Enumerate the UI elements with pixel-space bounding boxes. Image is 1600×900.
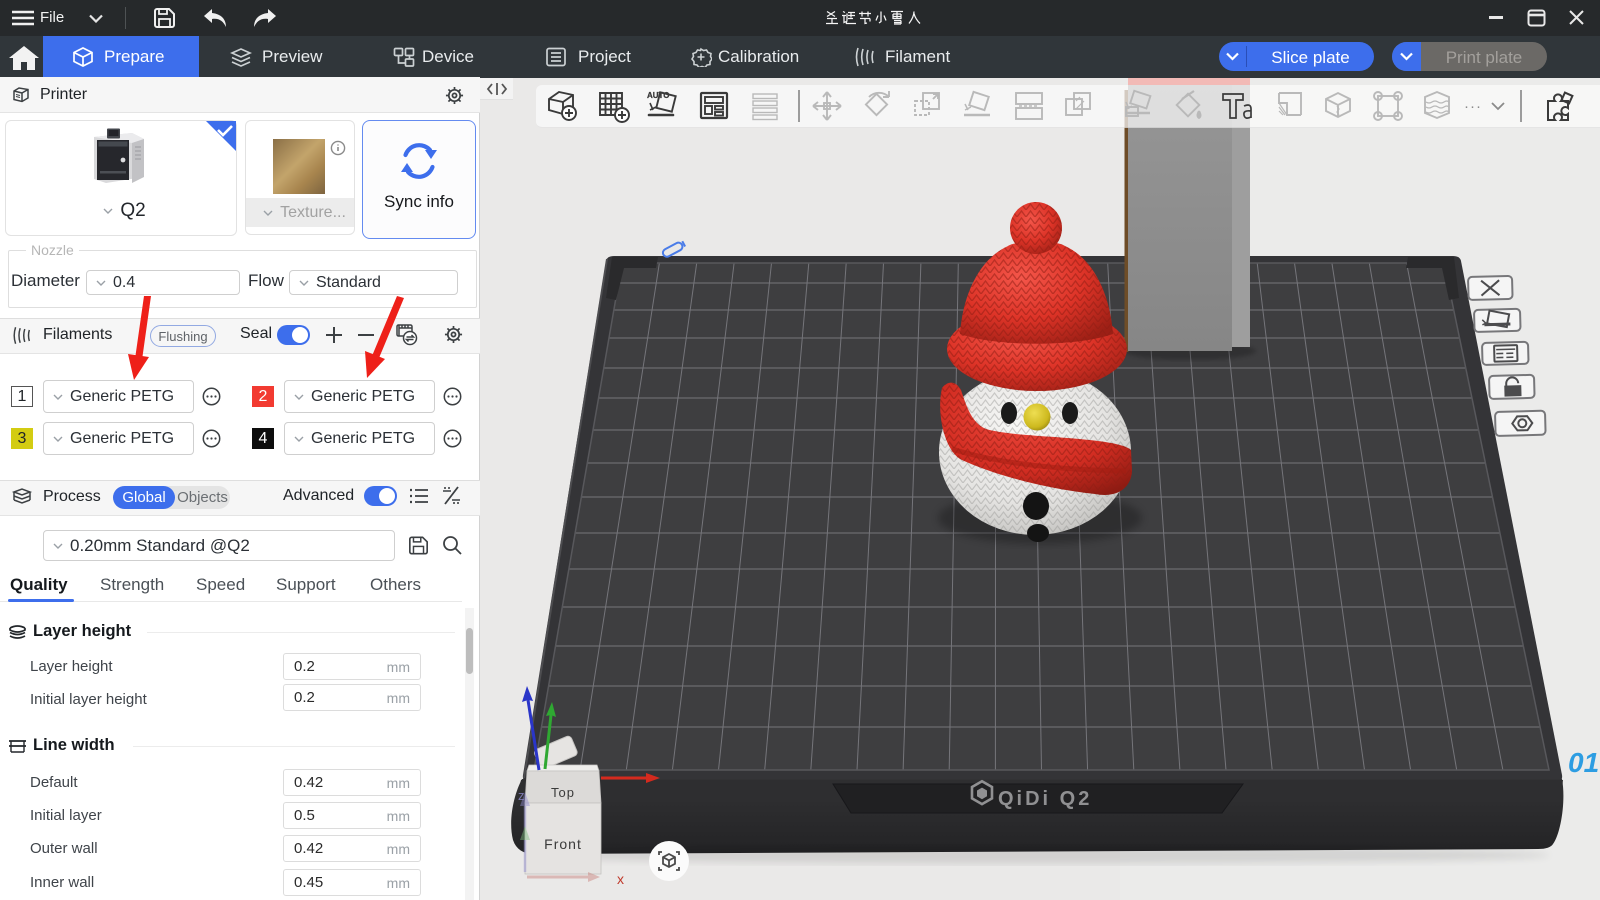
svg-text:Front: Front <box>544 836 582 852</box>
svg-text:QiDi Q2: QiDi Q2 <box>998 788 1092 810</box>
svg-text:01: 01 <box>1568 747 1599 778</box>
svg-text:Top: Top <box>551 785 575 800</box>
svg-text:x: x <box>617 871 624 887</box>
svg-text:z: z <box>518 788 525 803</box>
